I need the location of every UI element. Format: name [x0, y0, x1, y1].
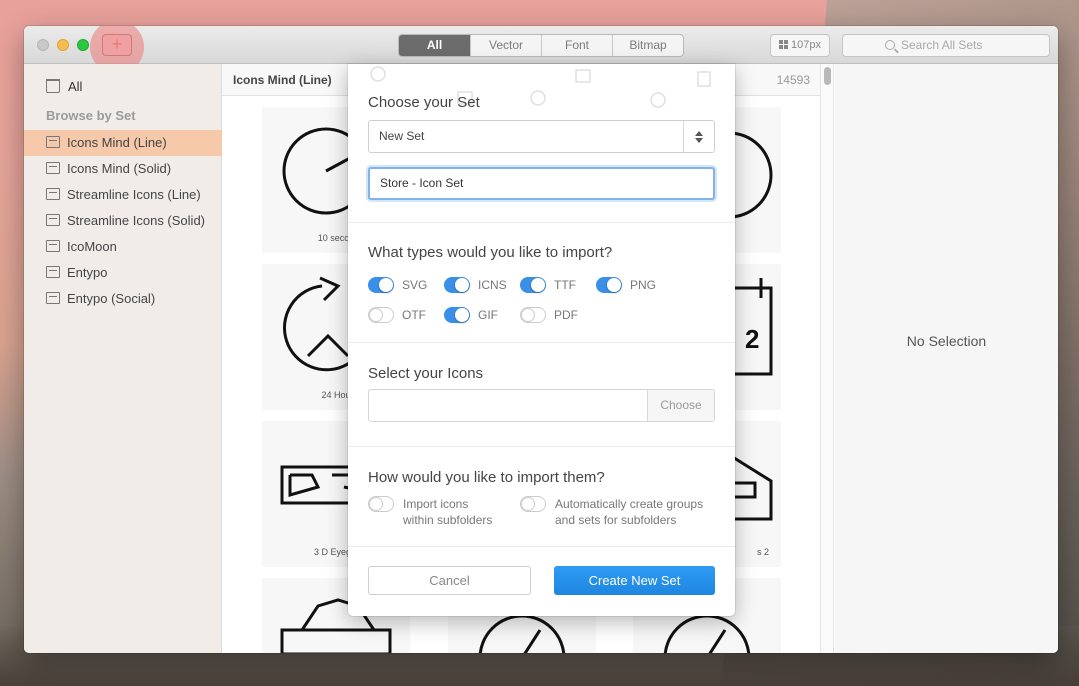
sidebar-item-streamline-line[interactable]: Streamline Icons (Line) [24, 182, 222, 208]
sidebar-item-icomoon[interactable]: IcoMoon [24, 234, 222, 260]
archive-box-icon [46, 214, 60, 226]
set-title: Icons Mind (Line) [233, 73, 332, 87]
toggle-switch[interactable] [520, 307, 546, 323]
icons-path-field[interactable]: Choose [368, 389, 715, 422]
type-toggle-svg[interactable]: SVG [368, 277, 444, 293]
sidebar-item-icons-mind-line[interactable]: Icons Mind (Line) [24, 130, 222, 156]
icon-size-control[interactable]: 107px [770, 34, 830, 57]
content-scrollbar[interactable] [820, 64, 834, 653]
type-toggle-gif[interactable]: GIF [444, 307, 520, 323]
type-toggle-pdf[interactable]: PDF [520, 307, 596, 323]
import-options-title: How would you like to import them? [368, 469, 605, 486]
sidebar-item-icons-mind-solid[interactable]: Icons Mind (Solid) [24, 156, 222, 182]
types-row-2: OTF GIF PDF [368, 307, 596, 323]
toggle-switch[interactable] [368, 307, 394, 323]
sidebar-set-list: Icons Mind (Line) Icons Mind (Solid) Str… [24, 130, 222, 312]
choose-set-title: Choose your Set [368, 94, 480, 111]
new-set-sheet: Choose your Set New Set Store - Icon Set… [348, 64, 735, 616]
toggle-switch[interactable] [444, 307, 470, 323]
app-window: + All Vector Font Bitmap 107px Search Al… [24, 26, 1058, 653]
archive-box-icon [46, 136, 60, 148]
toggle-switch[interactable] [596, 277, 622, 293]
select-icons-title: Select your Icons [368, 365, 484, 382]
search-icon [885, 40, 895, 50]
sidebar-item-entypo-social[interactable]: Entypo (Social) [24, 286, 222, 312]
sidebar-item-streamline-solid[interactable]: Streamline Icons (Solid) [24, 208, 222, 234]
option-label-line: Import icons [403, 497, 469, 511]
toggle-switch[interactable] [368, 277, 394, 293]
all-sets-icon [46, 79, 60, 93]
set-name-field[interactable]: Store - Icon Set [368, 167, 715, 200]
select-icons-section: Select your Icons Choose [348, 342, 735, 446]
type-toggle-ttf[interactable]: TTF [520, 277, 596, 293]
create-new-set-button[interactable]: Create New Set [554, 566, 715, 595]
types-title: What types would you like to import? [368, 244, 613, 261]
titlebar: + All Vector Font Bitmap 107px Search Al… [24, 26, 1058, 74]
type-toggle-png[interactable]: PNG [596, 277, 672, 293]
type-filter-segmented: All Vector Font Bitmap [398, 34, 684, 57]
sidebar-item-label: Streamline Icons (Line) [67, 187, 201, 202]
filter-bitmap[interactable]: Bitmap [612, 35, 683, 56]
search-placeholder: Search All Sets [901, 38, 983, 52]
sidebar-item-label: Entypo (Social) [67, 291, 156, 306]
archive-box-icon [46, 188, 60, 200]
archive-box-icon [46, 292, 60, 304]
import-options-section: How would you like to import them? Impor… [348, 446, 735, 546]
close-window-button[interactable] [37, 39, 49, 51]
toggle-switch[interactable] [444, 277, 470, 293]
sidebar-item-label: Icons Mind (Line) [67, 135, 167, 150]
filter-font[interactable]: Font [541, 35, 612, 56]
toggle-switch[interactable] [520, 496, 546, 512]
zoom-window-button[interactable] [77, 39, 89, 51]
select-stepper-icon [683, 121, 714, 152]
type-toggle-otf[interactable]: OTF [368, 307, 444, 323]
icon-tile-label: s 2 [756, 547, 769, 557]
grid-icon [779, 40, 788, 49]
sidebar-item-label: All [68, 79, 83, 94]
scrollbar-thumb[interactable] [824, 67, 831, 85]
inspector-panel: No Selection [835, 64, 1058, 653]
sidebar-item-label: Entypo [67, 265, 108, 280]
sidebar: All Browse by Set Icons Mind (Line) Icon… [24, 64, 222, 653]
no-selection-text: No Selection [906, 333, 987, 349]
minimize-window-button[interactable] [57, 39, 69, 51]
sidebar-item-label: IcoMoon [67, 239, 117, 254]
set-select[interactable]: New Set [368, 120, 715, 153]
types-row-1: SVG ICNS TTF PNG [368, 277, 672, 293]
sidebar-item-label: Streamline Icons (Solid) [67, 213, 205, 228]
sidebar-item-label: Icons Mind (Solid) [67, 161, 172, 176]
type-toggle-icns[interactable]: ICNS [444, 277, 520, 293]
types-section: What types would you like to import? SVG… [348, 222, 735, 342]
filter-vector[interactable]: Vector [470, 35, 541, 56]
option-label-line: and sets for subfolders [555, 513, 677, 527]
toggle-switch[interactable] [368, 496, 394, 512]
cancel-button[interactable]: Cancel [368, 566, 531, 595]
icon-size-value: 107px [791, 39, 821, 51]
choose-icons-button[interactable]: Choose [647, 390, 714, 421]
sidebar-item-all[interactable]: All [46, 79, 82, 94]
toggle-switch[interactable] [520, 277, 546, 293]
auto-groups-option[interactable]: Automatically create groups and sets for … [520, 496, 703, 528]
archive-box-icon [46, 240, 60, 252]
archive-box-icon [46, 266, 60, 278]
option-label-line: within subfolders [403, 513, 493, 527]
add-set-button[interactable]: + [102, 34, 132, 56]
archive-box-icon [46, 162, 60, 174]
search-input[interactable]: Search All Sets [842, 34, 1050, 57]
filter-all[interactable]: All [399, 35, 470, 56]
import-subfolders-option[interactable]: Import icons within subfolders [368, 496, 492, 528]
sidebar-section-header: Browse by Set [46, 108, 136, 123]
svg-text:2: 2 [745, 324, 759, 354]
sidebar-item-entypo[interactable]: Entypo [24, 260, 222, 286]
icon-count: 14593 [776, 73, 810, 87]
option-label-line: Automatically create groups [555, 497, 704, 511]
set-select-value: New Set [379, 129, 425, 143]
